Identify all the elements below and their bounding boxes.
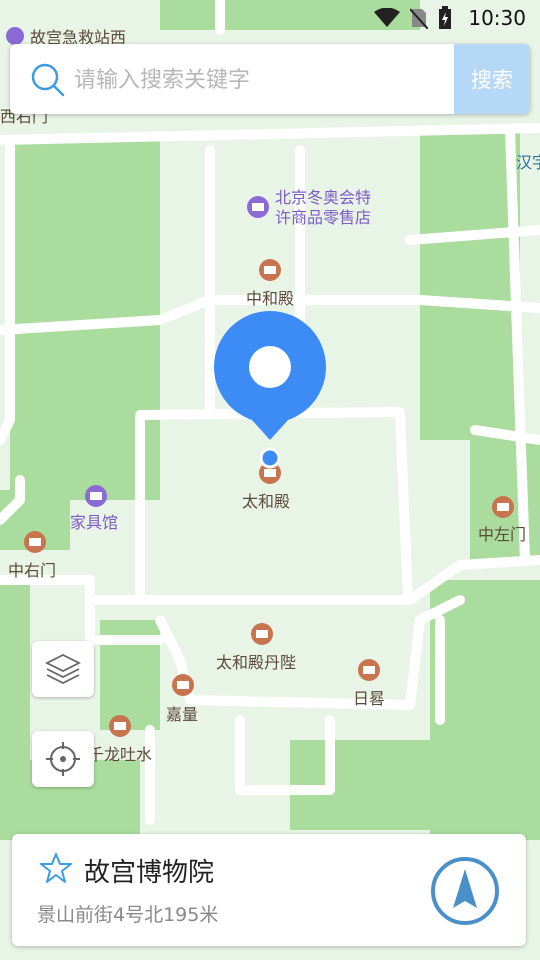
crosshair-icon bbox=[46, 742, 80, 776]
search-bar: 搜索 bbox=[10, 44, 530, 114]
locate-me-button[interactable] bbox=[32, 731, 94, 787]
place-name: 故宫博物院 bbox=[84, 858, 215, 888]
wifi-icon bbox=[374, 8, 401, 27]
layers-button[interactable] bbox=[32, 641, 94, 697]
poi-label-store: 北京冬奥会特 许商品零售店 bbox=[275, 188, 376, 227]
poi-label-zhongyoumen: 中右门 bbox=[8, 561, 56, 580]
layers-icon bbox=[45, 653, 81, 685]
poi-label-zhonghedian: 中和殿 bbox=[246, 289, 294, 308]
poi-label-danbi: 太和殿丹陛 bbox=[216, 653, 296, 672]
no-sim-icon bbox=[410, 8, 429, 29]
poi-label-furniture: 家具馆 bbox=[70, 513, 118, 532]
poi-label-hanzi: 汉字 bbox=[516, 153, 540, 172]
poi-label-taihedian: 太和殿 bbox=[242, 492, 290, 511]
poi-label-qianlong: 千龙吐水 bbox=[88, 745, 152, 764]
current-location-dot bbox=[259, 447, 281, 469]
status-bar: 10:30 bbox=[0, 0, 540, 36]
search-input[interactable] bbox=[72, 54, 456, 106]
search-icon bbox=[31, 63, 65, 97]
search-button[interactable]: 搜索 bbox=[454, 44, 530, 114]
place-info-card[interactable]: 故宫博物院 景山前街4号北195米 bbox=[12, 834, 526, 946]
poi-label-zhongzuomen: 中左门 bbox=[478, 525, 526, 544]
star-favorite-icon[interactable] bbox=[40, 852, 72, 884]
map-canvas[interactable]: 故宫急救站西 西右门 汉字 中和殿 太和殿 家具馆 中右门 中左门 太和殿丹陛 … bbox=[0, 0, 540, 960]
status-time: 10:30 bbox=[468, 6, 526, 30]
poi-label-jialiang: 嘉量 bbox=[166, 705, 198, 724]
place-address: 景山前街4号北195米 bbox=[37, 904, 219, 926]
navigate-button[interactable] bbox=[430, 856, 500, 926]
poi-label-rigui: 日晷 bbox=[353, 689, 385, 708]
battery-charging-icon bbox=[439, 6, 452, 29]
